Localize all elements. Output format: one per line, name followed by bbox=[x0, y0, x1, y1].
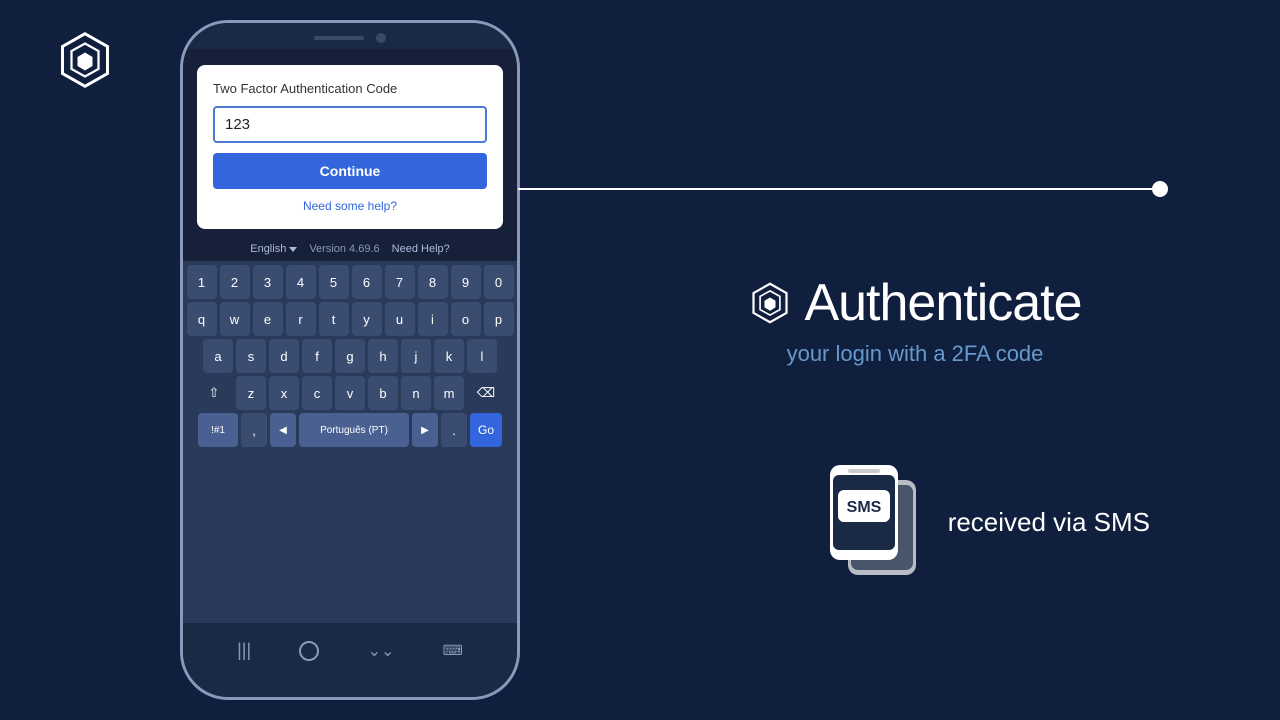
symbols-key[interactable]: !#1 bbox=[198, 413, 238, 447]
key-e[interactable]: e bbox=[253, 302, 283, 336]
app-logo bbox=[55, 30, 115, 90]
code-input[interactable] bbox=[213, 106, 487, 143]
key-v[interactable]: v bbox=[335, 376, 365, 410]
key-g[interactable]: g bbox=[335, 339, 365, 373]
key-n[interactable]: n bbox=[401, 376, 431, 410]
keyboard-row-numbers: 1 2 3 4 5 6 7 8 9 0 bbox=[185, 265, 515, 299]
key-t[interactable]: t bbox=[319, 302, 349, 336]
key-l[interactable]: l bbox=[467, 339, 497, 373]
phone-screen: Two Factor Authentication Code Continue … bbox=[183, 49, 517, 623]
key-w[interactable]: w bbox=[220, 302, 250, 336]
key-j[interactable]: j bbox=[401, 339, 431, 373]
key-z[interactable]: z bbox=[236, 376, 266, 410]
key-d[interactable]: d bbox=[269, 339, 299, 373]
key-3[interactable]: 3 bbox=[253, 265, 283, 299]
lang-prev-key[interactable]: ◀ bbox=[270, 413, 296, 447]
sms-section: SMS received via SMS bbox=[818, 455, 1150, 590]
authenticate-subtitle: your login with a 2FA code bbox=[748, 341, 1081, 367]
sms-phone-icon: SMS bbox=[818, 455, 928, 590]
key-x[interactable]: x bbox=[269, 376, 299, 410]
key-r[interactable]: r bbox=[286, 302, 316, 336]
key-u[interactable]: u bbox=[385, 302, 415, 336]
key-0[interactable]: 0 bbox=[484, 265, 514, 299]
keyboard-bottom-row: !#1 , ◀ Português (PT) ▶ . Go bbox=[185, 413, 515, 447]
key-a[interactable]: a bbox=[203, 339, 233, 373]
comma-key[interactable]: , bbox=[241, 413, 267, 447]
need-help-footer[interactable]: Need Help? bbox=[392, 243, 450, 255]
language-selector[interactable]: English bbox=[250, 243, 297, 255]
key-9[interactable]: 9 bbox=[451, 265, 481, 299]
key-p[interactable]: p bbox=[484, 302, 514, 336]
right-panel: Authenticate your login with a 2FA code … bbox=[550, 0, 1280, 720]
dialog-title: Two Factor Authentication Code bbox=[213, 81, 487, 96]
key-6[interactable]: 6 bbox=[352, 265, 382, 299]
key-o[interactable]: o bbox=[451, 302, 481, 336]
phone-bottom-bar: ||| ⌄⌄ ⌨ bbox=[183, 623, 517, 678]
authenticate-section: Authenticate your login with a 2FA code bbox=[748, 273, 1081, 367]
lang-next-key[interactable]: ▶ bbox=[412, 413, 438, 447]
period-key[interactable]: . bbox=[441, 413, 467, 447]
shift-key[interactable]: ⇧ bbox=[195, 376, 233, 410]
keyboard-row-q: q w e r t y u i o p bbox=[185, 302, 515, 336]
key-m[interactable]: m bbox=[434, 376, 464, 410]
key-y[interactable]: y bbox=[352, 302, 382, 336]
key-f[interactable]: f bbox=[302, 339, 332, 373]
svg-text:SMS: SMS bbox=[846, 499, 881, 516]
sms-label: received via SMS bbox=[948, 507, 1150, 538]
version-label: Version 4.69.6 bbox=[309, 243, 379, 255]
go-key[interactable]: Go bbox=[470, 413, 502, 447]
key-5[interactable]: 5 bbox=[319, 265, 349, 299]
info-bar: English Version 4.69.6 Need Help? bbox=[183, 237, 517, 261]
key-c[interactable]: c bbox=[302, 376, 332, 410]
key-1[interactable]: 1 bbox=[187, 265, 217, 299]
need-help-link[interactable]: Need some help? bbox=[213, 199, 487, 213]
key-7[interactable]: 7 bbox=[385, 265, 415, 299]
back-button[interactable]: ||| bbox=[237, 640, 251, 661]
key-b[interactable]: b bbox=[368, 376, 398, 410]
phone-mockup: Two Factor Authentication Code Continue … bbox=[180, 20, 520, 700]
twofa-dialog: Two Factor Authentication Code Continue … bbox=[197, 65, 503, 229]
keyboard-hide-button[interactable]: ⌨ bbox=[443, 642, 463, 659]
blockscore-icon bbox=[748, 281, 792, 325]
home-button[interactable] bbox=[299, 641, 319, 661]
key-8[interactable]: 8 bbox=[418, 265, 448, 299]
continue-button[interactable]: Continue bbox=[213, 153, 487, 189]
key-q[interactable]: q bbox=[187, 302, 217, 336]
key-4[interactable]: 4 bbox=[286, 265, 316, 299]
lang-label-key[interactable]: Português (PT) bbox=[299, 413, 409, 447]
language-label: English bbox=[250, 243, 286, 255]
recents-button[interactable]: ⌄⌄ bbox=[368, 641, 395, 661]
authenticate-heading: Authenticate bbox=[804, 273, 1081, 333]
key-i[interactable]: i bbox=[418, 302, 448, 336]
key-s[interactable]: s bbox=[236, 339, 266, 373]
keyboard-row-z: ⇧ z x c v b n m ⌫ bbox=[185, 376, 515, 410]
backspace-key[interactable]: ⌫ bbox=[467, 376, 505, 410]
key-h[interactable]: h bbox=[368, 339, 398, 373]
key-2[interactable]: 2 bbox=[220, 265, 250, 299]
phone-speaker bbox=[314, 36, 364, 40]
key-k[interactable]: k bbox=[434, 339, 464, 373]
keyboard-row-a: a s d f g h j k l bbox=[185, 339, 515, 373]
phone-camera bbox=[376, 33, 386, 43]
virtual-keyboard: 1 2 3 4 5 6 7 8 9 0 q w e r t bbox=[183, 261, 517, 623]
chevron-down-icon bbox=[289, 247, 297, 252]
